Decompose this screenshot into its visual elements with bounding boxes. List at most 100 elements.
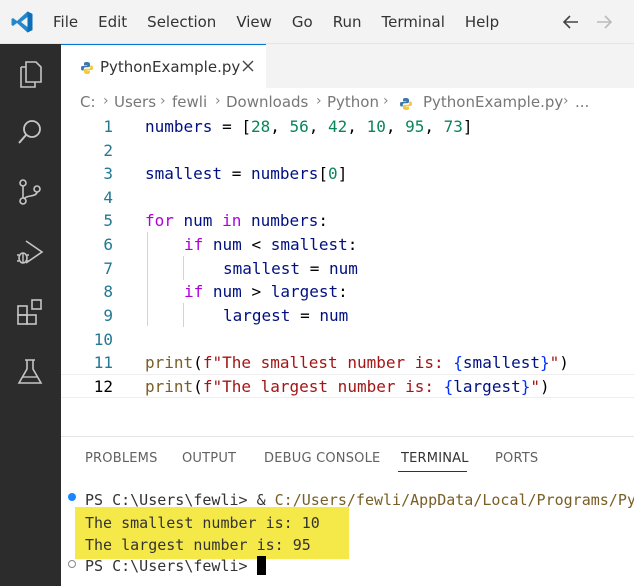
token: 56 [289,117,309,136]
token: } [520,377,531,396]
breadcrumb-item[interactable]: ... [575,93,589,111]
token: = [222,164,251,183]
tab-output[interactable]: OUTPUT [182,451,236,466]
line-number: 3 [103,164,113,183]
menu-help[interactable]: Help [455,0,509,44]
breadcrumb: C: › Users › fewli › Downloads › Python … [61,88,634,116]
token: = [300,259,329,278]
token: print [145,377,194,396]
command-success-dot-icon[interactable] [68,493,76,501]
terminal-prompt-line[interactable]: PS C:\Users\fewli> [85,557,257,575]
indent-guide [183,256,184,280]
code-line-6: if num < smallest: [184,235,357,254]
line-number: 7 [103,259,113,278]
tab-python-example[interactable]: PythonExample.py [61,44,266,88]
testing-icon[interactable] [14,356,46,388]
code-line-11: print(f"The smallest number is: {smalles… [145,353,569,372]
terminal-token: C:/Users/fewli/AppData/Local/Programs/Py [274,491,634,509]
tab-label: PythonExample.py [100,58,241,76]
menu-run[interactable]: Run [323,0,372,44]
tab-ports[interactable]: PORTS [495,451,538,466]
arrow-left-icon[interactable] [560,11,582,33]
breadcrumb-item[interactable]: fewli [172,93,207,111]
menu-file[interactable]: File [43,0,88,44]
tab-debug-console[interactable]: DEBUG CONSOLE [264,451,380,466]
token: ) [559,353,569,372]
line-number: 8 [103,282,113,301]
line-number: 6 [103,235,113,254]
terminal-output-line: The smallest number is: 10 [85,514,320,532]
run-debug-icon[interactable] [14,236,46,268]
line-number: 10 [93,330,113,349]
token: "The largest number is: [212,377,444,396]
tab-terminal[interactable]: TERMINAL [401,451,469,466]
token: ( [193,377,203,396]
command-pending-dot-icon[interactable] [68,560,76,568]
token: } [539,353,550,372]
token: smallest [145,164,223,183]
token: for [145,211,174,230]
line-number: 2 [103,141,113,160]
token: : [338,282,348,301]
token: " [530,377,540,396]
token: , [270,117,290,136]
explorer-icon[interactable] [14,58,46,90]
chevron-right-icon: › [316,93,322,109]
token: = [290,306,320,325]
token: in [222,211,242,230]
indent-guide [147,232,148,326]
extensions-icon[interactable] [14,296,46,328]
breadcrumb-item[interactable]: Downloads [226,93,308,111]
menu-edit[interactable]: Edit [88,0,137,44]
breadcrumb-item[interactable]: Python [327,93,379,111]
line-number: 5 [103,211,113,230]
chevron-right-icon: › [103,93,109,109]
terminal-line-command: PS C:\Users\fewli> & C:/Users/fewli/AppD… [85,491,634,509]
token: > [251,282,262,301]
search-icon[interactable] [14,116,46,148]
menu-go[interactable]: Go [282,0,323,44]
terminal-output-line: The largest number is: 95 [85,536,311,554]
chevron-right-icon: › [383,93,389,109]
token: 0 [328,164,338,183]
menu-terminal[interactable]: Terminal [372,0,455,44]
token: smallest [223,259,301,278]
token: numbers [145,117,213,136]
code-line-3: smallest = numbers[0] [145,164,347,183]
title-bar: File Edit Selection View Go Run Terminal… [0,0,634,44]
breadcrumb-item[interactable]: Users [114,93,156,111]
code-line-7: smallest = num [223,259,358,278]
line-number: 9 [103,306,113,325]
token: " [549,353,560,372]
menu-selection[interactable]: Selection [137,0,226,44]
token: "The smallest number is: [212,353,454,372]
activity-bar [0,44,61,586]
indent-guide [183,303,184,327]
code-line-12: print(f"The largest number is: {largest}… [145,377,550,396]
tab-problems[interactable]: PROBLEMS [85,451,158,466]
vscode-logo-icon [11,11,33,33]
token: largest [453,377,521,396]
python-file-icon [400,98,412,110]
code-line-1: numbers = [28, 56, 42, 10, 95, 73] [145,117,473,136]
token: , [385,117,406,136]
token: largest [223,306,291,325]
breadcrumb-item[interactable]: C: [80,93,96,111]
code-line-5: for num in numbers: [145,211,328,230]
line-number: 11 [93,353,113,372]
chevron-right-icon: › [215,93,221,109]
token: num [203,282,252,301]
code-line-9: largest = num [223,306,348,325]
chevron-right-icon: › [160,93,166,109]
source-control-icon[interactable] [14,176,46,208]
close-icon[interactable] [241,59,255,73]
token: , [347,117,367,136]
editor-tab-bar: PythonExample.py [61,44,634,88]
token: 73 [443,117,463,136]
token: 10 [366,117,386,136]
token: , [308,117,329,136]
code-editor[interactable]: 1 2 3 4 5 6 7 8 9 10 11 12 numbers = [28… [61,114,634,436]
arrow-right-icon[interactable] [593,11,615,33]
menu-view[interactable]: View [226,0,282,44]
breadcrumb-item[interactable]: PythonExample.py [423,93,563,111]
